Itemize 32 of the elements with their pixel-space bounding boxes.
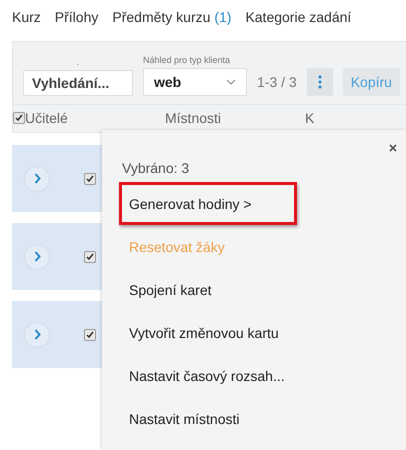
client-type-select[interactable]: web <box>143 68 247 96</box>
chevron-down-icon <box>226 78 236 85</box>
field-label: Náhled pro typ klienta <box>143 54 230 66</box>
expand-button[interactable] <box>24 166 50 192</box>
checkbox[interactable] <box>84 250 96 262</box>
menu-item[interactable]: Nastavit místnosti <box>119 397 297 440</box>
selection-count: Vybráno: 3 <box>122 160 190 176</box>
field-label: . <box>76 56 80 68</box>
menu-item[interactable]: Vytvořit změnovou kartu <box>119 311 297 354</box>
tab[interactable]: Přílohy <box>54 9 98 33</box>
more-button[interactable] <box>306 68 333 96</box>
tab[interactable]: Kategorie zadání <box>245 9 352 33</box>
chevron-right-icon <box>34 329 40 340</box>
page-range: 1-3 / 3 <box>257 74 297 90</box>
expand-button[interactable] <box>24 244 50 270</box>
tab[interactable]: Kurz <box>12 9 41 33</box>
tab[interactable]: Předměty kurzu (1) <box>112 9 232 33</box>
checkbox[interactable] <box>84 172 96 184</box>
checkbox[interactable] <box>84 328 96 340</box>
kebab-icon <box>318 74 322 89</box>
column-header: Učitelé <box>25 110 69 126</box>
menu-item[interactable]: Spojení karet <box>119 268 297 311</box>
column-header: K <box>305 110 316 126</box>
checkbox[interactable] <box>13 112 25 124</box>
column-header: Místnosti <box>165 110 222 126</box>
expand-button[interactable] <box>24 322 50 348</box>
close-icon <box>389 144 397 152</box>
chevron-right-icon <box>34 251 40 262</box>
search-field[interactable]: Vyhledání... <box>23 70 133 96</box>
menu-item[interactable]: Nastavit časový rozsah... <box>119 354 297 397</box>
chevron-right-icon <box>34 173 40 184</box>
menu-item[interactable]: Generovat hodiny > <box>119 182 297 225</box>
